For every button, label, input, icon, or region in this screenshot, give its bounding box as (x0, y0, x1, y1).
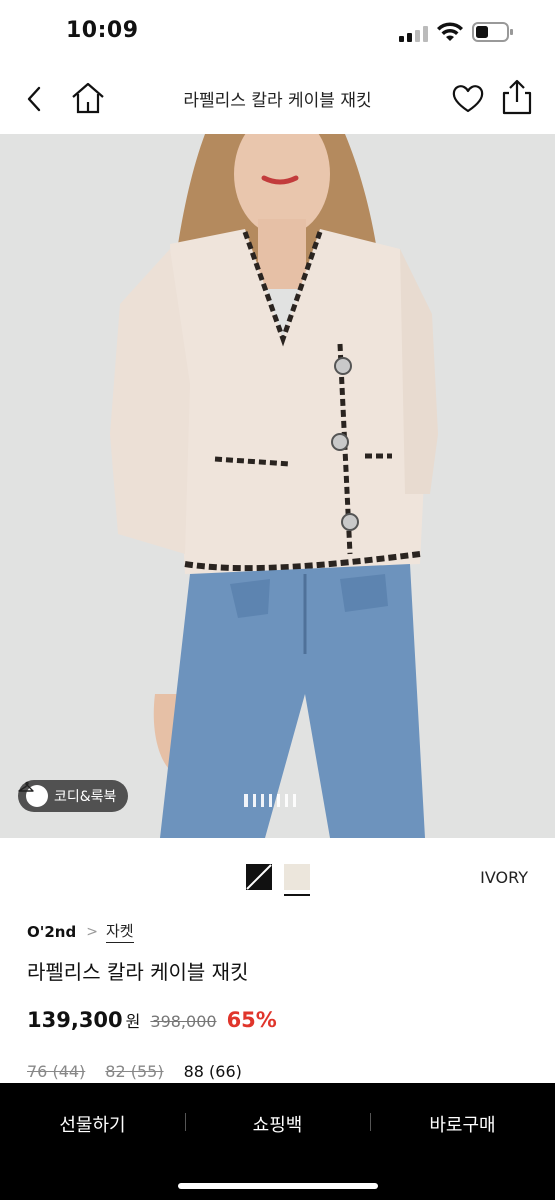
codi-lookbook-button[interactable]: 코디&룩북 (18, 780, 128, 812)
home-indicator (178, 1183, 378, 1189)
color-swatch-ivory[interactable] (284, 864, 310, 896)
top-nav-bar: 라펠리스 칼라 케이블 재킷 (0, 66, 555, 134)
status-bar: 10:09 (0, 0, 555, 66)
heart-icon[interactable] (451, 82, 485, 116)
product-name: 라펠리스 칼라 케이블 재킷 (27, 960, 249, 984)
pager-dot (277, 794, 280, 807)
wifi-icon (437, 22, 463, 41)
size-option-76[interactable]: 76 (44) (27, 1062, 85, 1081)
brand-link[interactable]: O'2nd (27, 923, 76, 941)
size-option-88[interactable]: 88 (66) (184, 1062, 242, 1081)
breadcrumb: O'2nd > 자켓 (27, 920, 134, 943)
color-options: IVORY (0, 862, 555, 896)
battery-icon (472, 22, 513, 42)
product-image[interactable]: 코디&룩북 (0, 134, 555, 838)
codi-label: 코디&룩북 (54, 789, 117, 805)
original-price: 398,000 (150, 1012, 217, 1031)
pager-dot (269, 794, 272, 807)
image-pager (244, 794, 296, 807)
signal-icon (399, 26, 428, 42)
hanger-icon (18, 781, 48, 807)
pager-dot (244, 794, 248, 807)
model-photo (0, 134, 555, 838)
status-time: 10:09 (66, 18, 139, 43)
pager-dot (261, 794, 264, 807)
category-link[interactable]: 자켓 (105, 920, 134, 943)
share-icon[interactable] (500, 78, 534, 116)
gift-button[interactable]: 선물하기 (0, 1111, 185, 1137)
pager-dot (293, 794, 296, 807)
chevron-right-icon: > (86, 923, 98, 940)
size-list: 76 (44) 82 (55) 88 (66) (27, 1062, 242, 1081)
sale-price: 139,300 (27, 1008, 123, 1032)
buy-now-button[interactable]: 바로구매 (370, 1111, 555, 1137)
size-option-82[interactable]: 82 (55) (105, 1062, 163, 1081)
shopping-bag-button[interactable]: 쇼핑백 (185, 1111, 370, 1137)
discount-rate: 65% (226, 1008, 277, 1032)
pager-dot (285, 794, 288, 807)
pager-dot (253, 794, 256, 807)
currency-label: 원 (125, 1012, 141, 1031)
price-row: 139,300 원 398,000 65% (27, 1008, 277, 1032)
selected-color-name: IVORY (480, 868, 528, 887)
color-swatch-black[interactable] (246, 864, 272, 890)
